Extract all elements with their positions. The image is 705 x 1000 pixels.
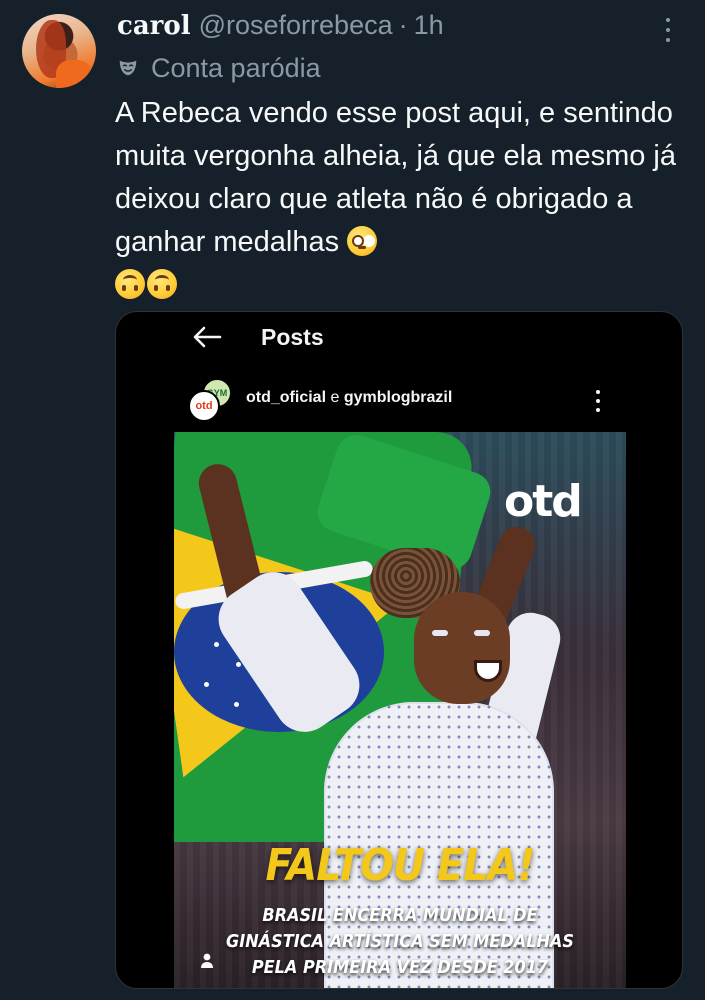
- ig-more-icon: [594, 390, 602, 412]
- tweet-body: A Rebeca vendo esse post aqui, e sentind…: [115, 92, 685, 307]
- athlete-head: [414, 592, 510, 704]
- otd-logo: otd: [504, 476, 583, 527]
- author-avatar[interactable]: [22, 14, 96, 88]
- avatar-body: [56, 60, 92, 88]
- post-subline: PELA PRIMEIRA VEZ DESDE 2017: [251, 958, 549, 978]
- flag-star: [236, 662, 241, 667]
- ig-account-1: otd_oficial: [246, 389, 327, 406]
- tweet-text: A Rebeca vendo esse post aqui, e sentind…: [115, 97, 676, 258]
- upside-down-face-emoji-icon: [147, 269, 177, 299]
- mask-icon: [119, 60, 137, 76]
- instagram-screenshot: Posts GYM otd otd_oficial e gymblogbrazi…: [174, 312, 626, 988]
- ig-page-title: Posts: [261, 324, 324, 350]
- post-subline: BRASIL ENCERRA MUNDIAL DE: [262, 906, 538, 926]
- flag-star: [204, 682, 209, 687]
- ig-post-header: GYM otd otd_oficial e gymblogbrazil: [174, 374, 626, 428]
- header-separator: ·: [398, 10, 408, 40]
- otd-avatar: otd: [188, 390, 220, 422]
- ig-account-joiner: e: [330, 389, 340, 406]
- parody-label: Conta paródia: [151, 52, 321, 83]
- more-icon[interactable]: [658, 18, 678, 42]
- upside-down-face-emoji-icon: [115, 269, 145, 299]
- ig-account-2: gymblogbrazil: [343, 389, 453, 406]
- post-headline: FALTOU ELA!: [265, 840, 536, 891]
- flag-star: [214, 642, 219, 647]
- flag-star: [234, 702, 239, 707]
- post-photo: otd FALTOU ELA! BRASIL ENCERRA MUNDIAL D…: [174, 432, 626, 988]
- tweet-timestamp[interactable]: 1h: [414, 10, 444, 41]
- author-handle[interactable]: @roseforrebeca: [199, 10, 393, 41]
- ig-collab-accounts: otd_oficial e gymblogbrazil: [246, 389, 452, 407]
- parody-label-row: Conta paródia: [117, 52, 321, 84]
- author-display-name[interactable]: carol: [117, 11, 191, 41]
- back-arrow-icon: [193, 326, 222, 348]
- athlete-eye: [474, 630, 490, 636]
- tweet-header: carol @roseforrebeca · 1h: [117, 10, 444, 44]
- person-icon: [201, 953, 213, 968]
- ig-top-bar: Posts: [174, 312, 626, 362]
- post-subline: GINÁSTICA ARTÍSTICA SEM MEDALHAS: [225, 932, 574, 952]
- tweet-media-image[interactable]: Posts GYM otd otd_oficial e gymblogbrazi…: [115, 311, 683, 989]
- flushed-face-emoji-icon: [347, 226, 378, 256]
- athlete-eye: [432, 630, 448, 636]
